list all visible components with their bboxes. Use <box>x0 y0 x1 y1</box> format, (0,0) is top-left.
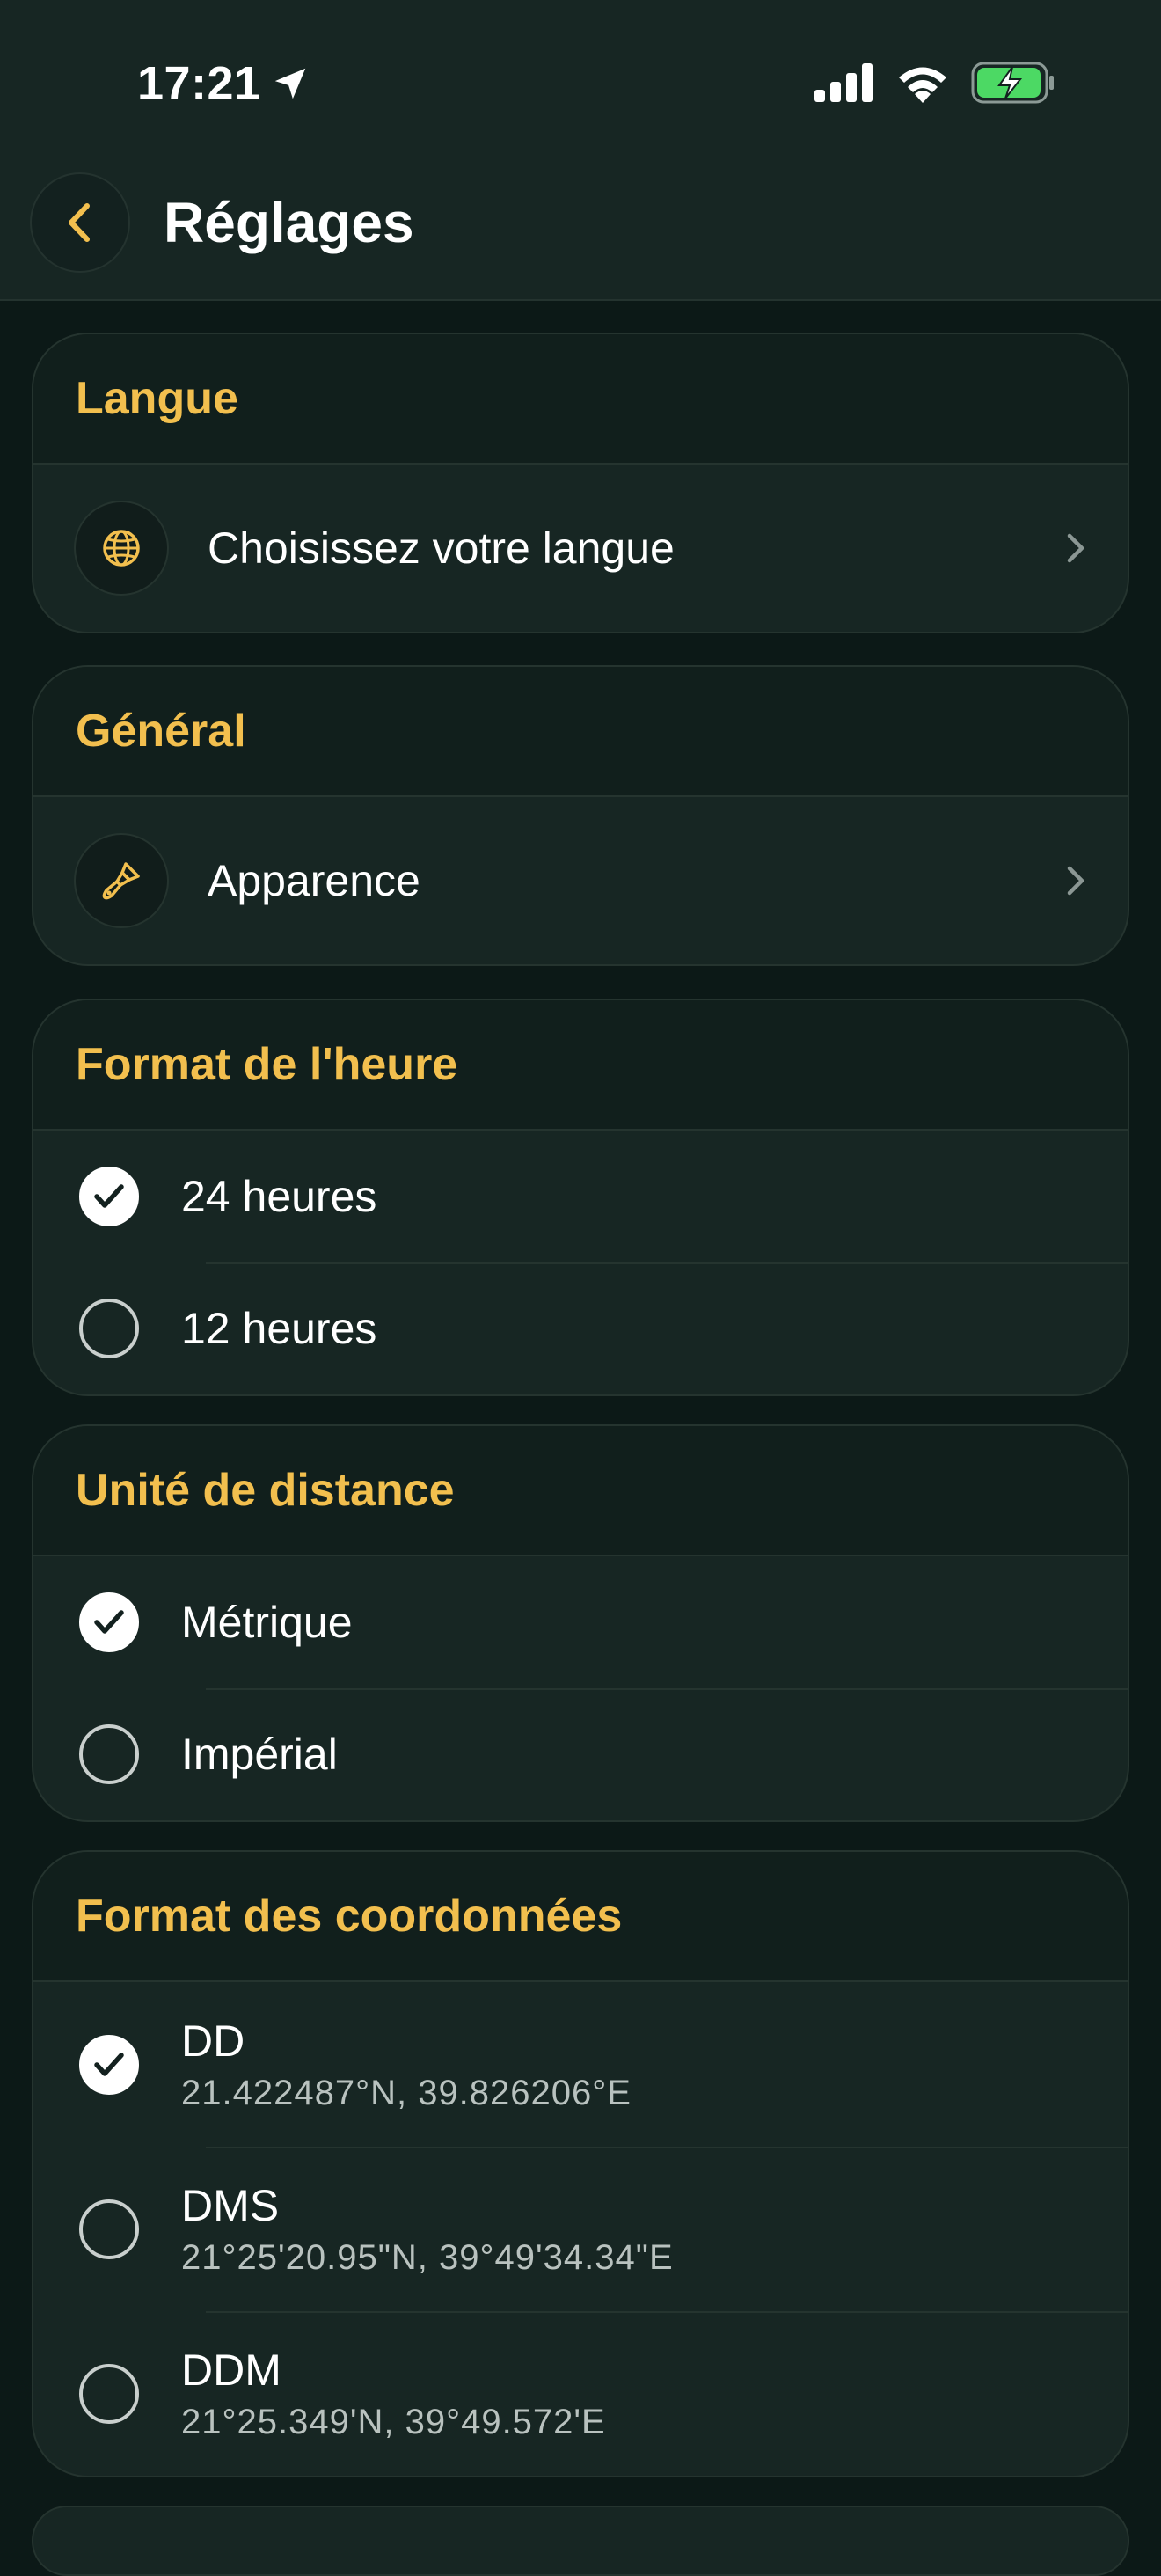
radio-selected[interactable] <box>79 1167 139 1226</box>
status-bar-indicators <box>814 62 1055 104</box>
back-button[interactable] <box>30 172 130 273</box>
option-metric[interactable]: Métrique <box>33 1556 1128 1688</box>
radio-unselected[interactable] <box>79 1299 139 1358</box>
status-bar-time: 17:21 <box>137 56 310 111</box>
chevron-right-icon <box>1067 866 1084 896</box>
section-title: Langue <box>33 334 1128 465</box>
option-24h[interactable]: 24 heures <box>33 1131 1128 1262</box>
section-time-format: Format de l'heure 24 heures 12 heures <box>32 999 1129 1396</box>
checkmark-icon <box>94 1610 124 1634</box>
option-label: DMS <box>181 2181 280 2230</box>
option-imperial[interactable]: Impérial <box>33 1688 1128 1820</box>
chevron-right-icon <box>1067 533 1084 563</box>
option-example: 21°25.349'N, 39°49.572'E <box>181 2403 606 2441</box>
section-general: Général Apparence <box>32 665 1129 966</box>
battery-charging-icon <box>971 62 1054 104</box>
wifi-icon <box>899 67 946 103</box>
option-label: 12 heures <box>181 1304 377 1353</box>
globe-icon <box>103 530 140 567</box>
option-label: 24 heures <box>181 1172 377 1221</box>
section-title: Unité de distance <box>33 1426 1128 1556</box>
option-example: 21°25'20.95"N, 39°49'34.34"E <box>181 2238 674 2277</box>
chevron-left-icon <box>69 203 90 242</box>
option-12h[interactable]: 12 heures <box>33 1262 1128 1394</box>
section-language: Langue Choisissez votre langue <box>32 333 1129 633</box>
paintbrush-icon <box>102 862 140 900</box>
page-title: Réglages <box>164 191 414 254</box>
radio-unselected[interactable] <box>79 1724 139 1784</box>
option-label: DD <box>181 2016 245 2066</box>
checkmark-icon <box>94 1184 124 1208</box>
option-label: DDM <box>181 2345 281 2395</box>
option-ddm[interactable]: DDM 21°25.349'N, 39°49.572'E <box>33 2311 1128 2476</box>
section-title: Format des coordonnées <box>33 1852 1128 1982</box>
option-example: 21.422487°N, 39.826206°E <box>181 2074 632 2112</box>
radio-selected[interactable] <box>79 2034 139 2095</box>
location-arrow-icon <box>274 68 305 99</box>
section-title: Format de l'heure <box>33 1000 1128 1131</box>
cellular-signal-icon <box>814 63 873 102</box>
radio-unselected[interactable] <box>79 2363 139 2424</box>
choose-language-row[interactable]: Choisissez votre langue <box>33 465 1128 632</box>
section-title: Général <box>33 667 1128 797</box>
option-dd[interactable]: DD 21.422487°N, 39.826206°E <box>33 1982 1128 2147</box>
language-icon-badge <box>74 501 169 596</box>
status-time-text: 17:21 <box>137 57 261 110</box>
choose-language-label: Choisissez votre langue <box>208 523 675 573</box>
radio-unselected[interactable] <box>79 2199 139 2259</box>
top-bar: 17:21 Réglages <box>0 0 1161 301</box>
appearance-label: Apparence <box>208 856 420 905</box>
radio-selected[interactable] <box>79 1592 139 1652</box>
appearance-row[interactable]: Apparence <box>33 797 1128 964</box>
section-coordinate-format: Format des coordonnées DD 21.422487°N, 3… <box>32 1850 1129 2477</box>
checkmark-icon <box>94 2052 124 2076</box>
option-label: Impérial <box>181 1730 338 1779</box>
appearance-icon-badge <box>74 833 169 928</box>
option-label: Métrique <box>181 1598 353 1647</box>
option-dms[interactable]: DMS 21°25'20.95"N, 39°49'34.34"E <box>33 2147 1128 2311</box>
section-distance-unit: Unité de distance Métrique Impérial <box>32 1424 1129 1822</box>
next-section-card <box>32 2506 1129 2576</box>
